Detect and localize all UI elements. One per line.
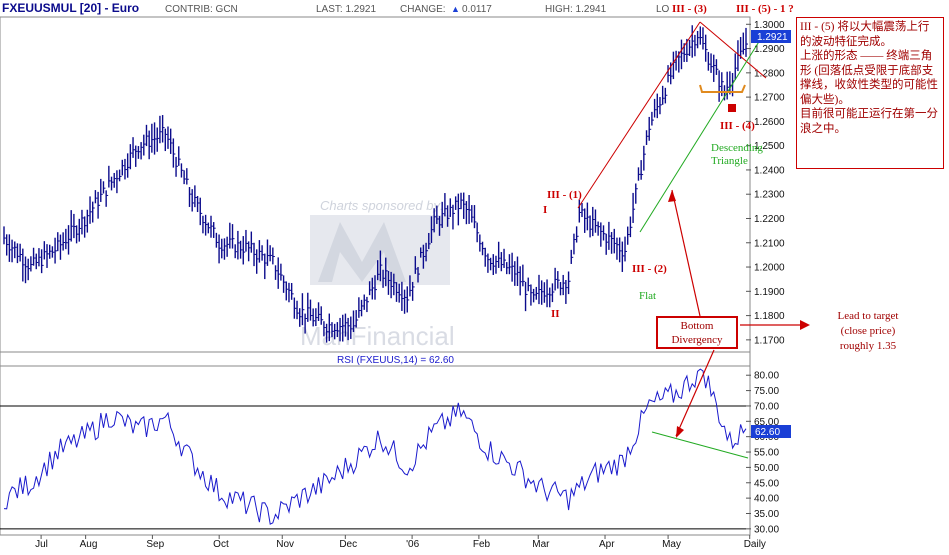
rsi-tick-label: 75.00 (754, 386, 779, 397)
divergence-arrow-up-head (668, 190, 676, 202)
x-tick-label: Apr (599, 539, 615, 550)
price-tick-label: 1.1700 (754, 335, 785, 346)
rsi-line (3, 368, 747, 525)
price-tick-label: 1.2100 (754, 238, 785, 249)
wave-label: Triangle (711, 155, 748, 167)
rsi-tick-label: 80.00 (754, 371, 779, 382)
wave-label: III - (3) (672, 3, 707, 15)
wave-label: II (551, 308, 560, 320)
bottom-divergency-label: Bottom Divergency (671, 320, 723, 346)
wave-marker-square (728, 104, 736, 112)
price-panel-frame (0, 16, 751, 353)
x-tick-label: Aug (80, 539, 98, 550)
last-price-value: 1.2921 (757, 32, 788, 43)
target-arrow-head (800, 320, 810, 330)
rsi-divergence-line (651, 431, 749, 459)
rsi-tick-label: 50.00 (754, 463, 779, 474)
rsi-title: RSI (FXEUUS,14) = 62.60 (337, 355, 454, 366)
watermark-sponsor: Charts sponsored by: (320, 198, 444, 213)
watermark-brand: ManFinancial (300, 321, 455, 351)
price-tick-label: 1.1800 (754, 311, 785, 322)
price-tick-label: 1.2300 (754, 190, 785, 201)
x-tick-label: Oct (213, 539, 229, 550)
rsi-series (3, 368, 747, 525)
rsi-y-axis: 30.0035.0040.0045.0050.0055.0060.0065.00… (0, 371, 779, 535)
wave-label: III - (2) (632, 263, 667, 275)
rsi-tick-label: 70.00 (754, 401, 779, 412)
target-note: Lead to target (close price) roughly 1.3… (837, 310, 899, 352)
x-tick-label: Nov (276, 539, 294, 550)
price-tick-label: 1.2900 (754, 44, 785, 55)
symbol-title: FXEUUSMUL [20] - Euro (2, 1, 139, 15)
x-tick-label: Jul (35, 539, 48, 550)
change-label: CHANGE: (400, 4, 446, 15)
price-tick-label: 1.2200 (754, 214, 785, 225)
price-y-axis: 1.1700 1.1800 1.1900 1.2000 1.2100 1.2200 1.23… (746, 20, 785, 346)
change-up-icon: ▲ (451, 4, 460, 14)
chinese-analysis-note: III - (5) 将以大幅震荡上行的波动特征完成。 上涨的形态 —— 终端三角… (796, 17, 944, 169)
price-tick-label: 1.2400 (754, 165, 785, 176)
price-series (3, 25, 748, 343)
x-tick-label: Feb (473, 539, 491, 550)
last-rsi-value: 62.60 (755, 427, 780, 438)
x-tick-label: Daily (744, 539, 766, 550)
rsi-tick-label: 30.00 (754, 524, 779, 535)
low-label: LO (656, 4, 670, 15)
price-tick-label: 1.2700 (754, 93, 785, 104)
price-tick-label: 1.2600 (754, 117, 785, 128)
change-value: 0.0117 (462, 4, 492, 15)
x-tick-label: Dec (339, 539, 357, 550)
divergence-arrow-down-head (676, 426, 684, 438)
support-line (639, 39, 761, 233)
wave-label: III - (1) (547, 189, 582, 201)
price-tick-label: 1.2000 (754, 263, 785, 274)
last-label: LAST: 1.2921 (316, 4, 376, 15)
high-label: HIGH: 1.2941 (545, 4, 607, 15)
x-tick-label: Mar (532, 539, 550, 550)
x-tick-label: May (662, 539, 681, 550)
rsi-tick-label: 55.00 (754, 448, 779, 459)
rsi-tick-label: 35.00 (754, 509, 779, 520)
rsi-tick-label: 40.00 (754, 494, 779, 505)
price-tick-label: 1.1900 (754, 287, 785, 298)
x-tick-label: Sep (146, 539, 164, 550)
bottom-divergency-box: Bottom Divergency (656, 316, 738, 349)
wave-label: I (543, 204, 547, 216)
wave-label: Flat (639, 290, 656, 302)
wave-label: III - (5) - 1 ? (736, 3, 794, 15)
x-axis: Jul Aug Sep Oct Nov Dec '06 Feb Mar Apr May Daily (35, 535, 766, 550)
rsi-tick-label: 45.00 (754, 478, 779, 489)
wave-label: III - (4) (720, 120, 755, 132)
price-tick-label: 1.3000 (754, 20, 785, 31)
chart-stage: FXEUUSMUL [20] - Euro CONTRIB: GCN LAST:… (0, 0, 949, 550)
wave-label: Descending (711, 142, 763, 154)
price-tick-label: 1.2800 (754, 68, 785, 79)
rsi-panel-frame (0, 351, 751, 536)
contrib-label: CONTRIB: GCN (165, 4, 238, 15)
divergence-arrow-up (671, 189, 701, 317)
x-tick-label: '06 (406, 539, 419, 550)
